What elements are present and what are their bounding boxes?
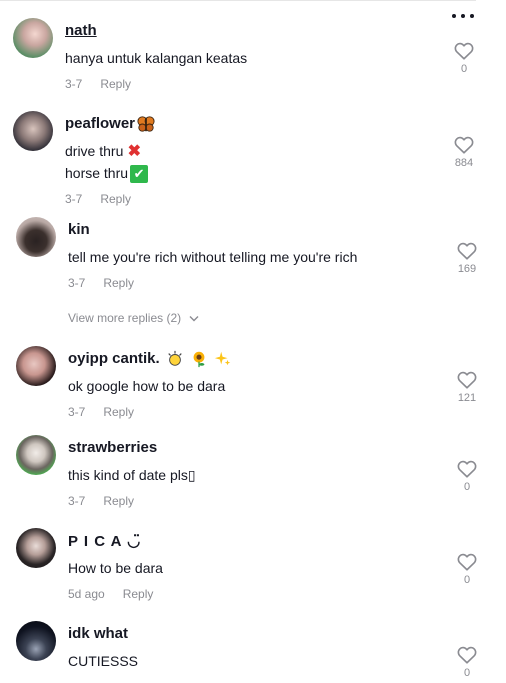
avatar[interactable] xyxy=(16,217,56,257)
heart-icon xyxy=(457,460,477,478)
more-options-button[interactable] xyxy=(452,14,474,18)
comment-date: 5d ago xyxy=(68,587,105,601)
comment-meta: 3-7 Reply xyxy=(68,405,134,419)
top-divider xyxy=(0,0,476,1)
like-button[interactable]: 884 xyxy=(449,136,479,169)
comment-meta: 3-7 Reply xyxy=(68,276,134,290)
check-mark-icon: ✔ xyxy=(130,165,149,184)
comment-date: 3-7 xyxy=(68,276,86,290)
avatar[interactable] xyxy=(16,528,56,568)
like-count: 169 xyxy=(457,263,477,275)
heart-icon xyxy=(457,371,477,389)
like-count: 884 xyxy=(454,157,474,169)
like-button[interactable]: 0 xyxy=(452,646,482,679)
username[interactable]: idk what xyxy=(68,625,128,642)
username[interactable]: oyipp cantik. xyxy=(68,350,232,368)
comment-meta: 3-7 Reply xyxy=(65,192,131,206)
comment-text: this kind of date pls▯ xyxy=(68,467,196,483)
comment-meta: 5d ago Reply xyxy=(68,587,153,601)
like-button[interactable]: 0 xyxy=(452,460,482,493)
avatar[interactable] xyxy=(16,621,56,661)
reply-button[interactable]: Reply xyxy=(103,405,134,419)
comment-date: 3-7 xyxy=(68,405,86,419)
chevron-down-icon xyxy=(189,316,198,322)
sparkles-icon xyxy=(215,351,231,366)
username[interactable]: peaflower xyxy=(65,115,155,133)
reply-button[interactable]: Reply xyxy=(103,276,134,290)
like-count: 0 xyxy=(463,574,471,586)
heart-icon xyxy=(457,553,477,571)
comment-meta: 3-7 Reply xyxy=(65,77,131,91)
reply-button[interactable]: Reply xyxy=(100,192,131,206)
butterfly-icon xyxy=(137,116,155,132)
comment-text: tell me you're rich without telling me y… xyxy=(68,249,358,265)
heart-icon xyxy=(454,136,474,154)
cross-mark-icon: ✖ xyxy=(127,143,142,161)
like-count: 0 xyxy=(463,667,471,679)
comment-date: 3-7 xyxy=(65,192,83,206)
avatar[interactable] xyxy=(13,111,53,151)
comment-text: How to be dara xyxy=(68,560,163,576)
heart-icon xyxy=(457,646,477,664)
like-count: 121 xyxy=(457,392,477,404)
like-count: 0 xyxy=(463,481,471,493)
avatar[interactable] xyxy=(16,346,56,386)
comment-text: ok google how to be dara xyxy=(68,378,226,394)
comment-date: 3-7 xyxy=(65,77,83,91)
avatar[interactable] xyxy=(16,435,56,475)
like-button[interactable]: 121 xyxy=(452,371,482,404)
comment-text: CUTIESSS xyxy=(68,653,139,669)
comment-meta: 3-7 Reply xyxy=(68,494,134,508)
comment-text: hanya untuk kalangan keatas xyxy=(65,50,248,66)
sun-icon xyxy=(168,350,182,366)
username[interactable]: kin xyxy=(68,221,90,238)
heart-icon xyxy=(454,42,474,60)
reply-button[interactable]: Reply xyxy=(103,494,134,508)
comment-text: horse thru ✔ xyxy=(65,162,149,184)
like-button[interactable]: 0 xyxy=(449,42,479,75)
comment-text: drive thru ✖ xyxy=(65,140,143,162)
like-button[interactable]: 0 xyxy=(452,553,482,586)
username[interactable]: P I C A ◡̈ xyxy=(68,532,141,550)
like-count: 0 xyxy=(460,63,468,75)
sunflower-icon xyxy=(193,351,205,368)
avatar[interactable] xyxy=(13,18,53,58)
like-button[interactable]: 169 xyxy=(452,242,482,275)
heart-icon xyxy=(457,242,477,260)
reply-button[interactable]: Reply xyxy=(100,77,131,91)
comment-date: 3-7 xyxy=(68,494,86,508)
more-dots-icon xyxy=(452,14,456,18)
reply-button[interactable]: Reply xyxy=(123,587,154,601)
view-more-replies-button[interactable]: View more replies (2) xyxy=(68,311,199,325)
username[interactable]: strawberries xyxy=(68,439,157,456)
username[interactable]: nath xyxy=(65,22,97,39)
